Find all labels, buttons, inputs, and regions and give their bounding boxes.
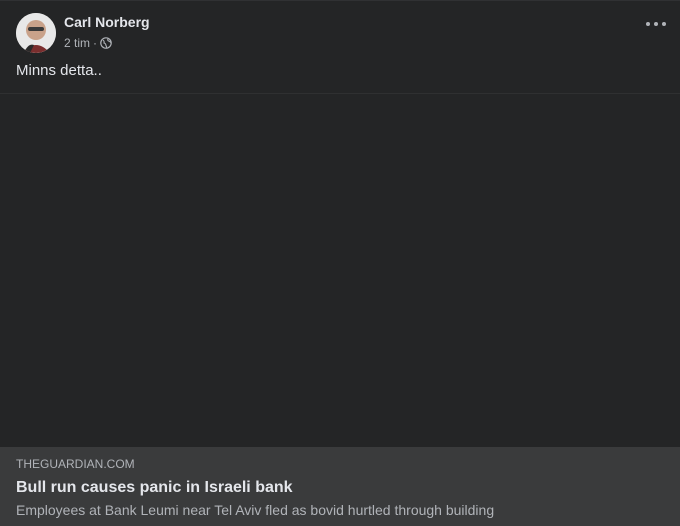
link-description: Employees at Bank Leumi near Tel Aviv fl… [16, 502, 495, 518]
more-dot [646, 22, 650, 26]
post-text: Minns detta.. [16, 62, 102, 79]
separator-dot: · [93, 36, 98, 50]
link-domain: THEGUARDIAN.COM [16, 457, 135, 471]
globe-icon[interactable] [100, 37, 112, 49]
more-options-icon[interactable] [646, 18, 666, 30]
author-name[interactable]: Carl Norberg [64, 14, 150, 30]
post-subline: 2 tim · [64, 36, 150, 50]
more-dot [662, 22, 666, 26]
post-header: Carl Norberg 2 tim · [16, 13, 664, 57]
avatar[interactable] [16, 13, 56, 53]
link-preview[interactable]: THEGUARDIAN.COM Bull run causes panic in… [0, 447, 680, 526]
more-dot [654, 22, 658, 26]
link-title[interactable]: Bull run causes panic in Israeli bank [16, 479, 664, 497]
link-preview-image[interactable] [0, 94, 680, 447]
post-meta: Carl Norberg 2 tim · [64, 14, 150, 50]
post-timestamp[interactable]: 2 tim [64, 36, 90, 50]
avatar-image [16, 13, 56, 53]
post-card: Carl Norberg 2 tim · Minns detta.. THEGU… [0, 0, 680, 526]
